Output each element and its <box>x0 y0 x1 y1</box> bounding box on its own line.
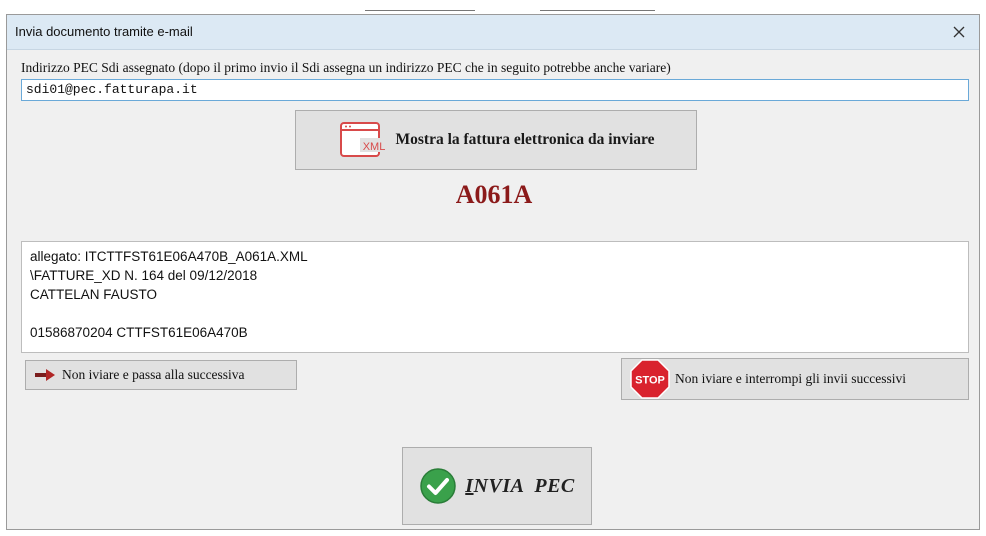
info-line: CATTELAN FAUSTO <box>30 287 158 302</box>
skip-to-next-label: Non iviare e passa alla successiva <box>62 367 245 382</box>
document-code: A061A <box>455 180 533 209</box>
send-pec-button[interactable]: INVIA PEC <box>402 447 592 525</box>
window-title: Invia documento tramite e-mail <box>15 24 193 39</box>
send-pec-label: INVIA PEC <box>465 475 575 498</box>
info-line: allegato: ITCTTFST61E06A470B_A061A.XML <box>30 249 308 264</box>
stop-sending-label: Non iviare e interrompi gli invii succes… <box>675 371 906 386</box>
dialog-window: Invia documento tramite e-mail Indirizzo… <box>6 14 980 530</box>
xml-icon-label: XML <box>362 141 385 153</box>
close-button[interactable] <box>939 15 979 49</box>
pec-address-label: Indirizzo PEC Sdi assegnato (dopo il pri… <box>21 60 671 75</box>
show-invoice-label: Mostra la fattura elettronica da inviare <box>395 131 655 148</box>
info-line: 01586870204 CTTFST61E06A470B <box>30 325 248 340</box>
close-icon <box>953 26 965 38</box>
top-strip-line-right <box>540 10 655 11</box>
show-invoice-button[interactable]: XML Mostra la fattura elettronica da inv… <box>295 110 697 170</box>
document-info-box: allegato: ITCTTFST61E06A470B_A061A.XML \… <box>21 241 969 353</box>
skip-to-next-button[interactable]: Non iviare e passa alla successiva <box>25 360 297 390</box>
info-line: \FATTURE_XD N. 164 del 09/12/2018 <box>30 268 258 283</box>
send-pec-label-accesskey: I <box>465 474 474 497</box>
xml-file-icon: XML <box>339 122 388 157</box>
stop-sending-button[interactable]: STOP Non iviare e interrompi gli invii s… <box>621 358 969 400</box>
pec-address-input[interactable]: sdi01@pec.fatturapa.it <box>21 79 969 101</box>
stop-icon-label: STOP <box>635 375 665 387</box>
send-pec-label-rest: NVIA PEC <box>473 474 575 497</box>
info-line <box>30 304 960 323</box>
stop-sign-icon: STOP <box>630 359 670 399</box>
check-circle-icon <box>420 468 456 504</box>
title-bar: Invia documento tramite e-mail <box>7 15 979 50</box>
top-strip-line-left <box>365 10 475 11</box>
arrow-right-icon <box>35 369 55 381</box>
top-strip <box>0 0 986 14</box>
